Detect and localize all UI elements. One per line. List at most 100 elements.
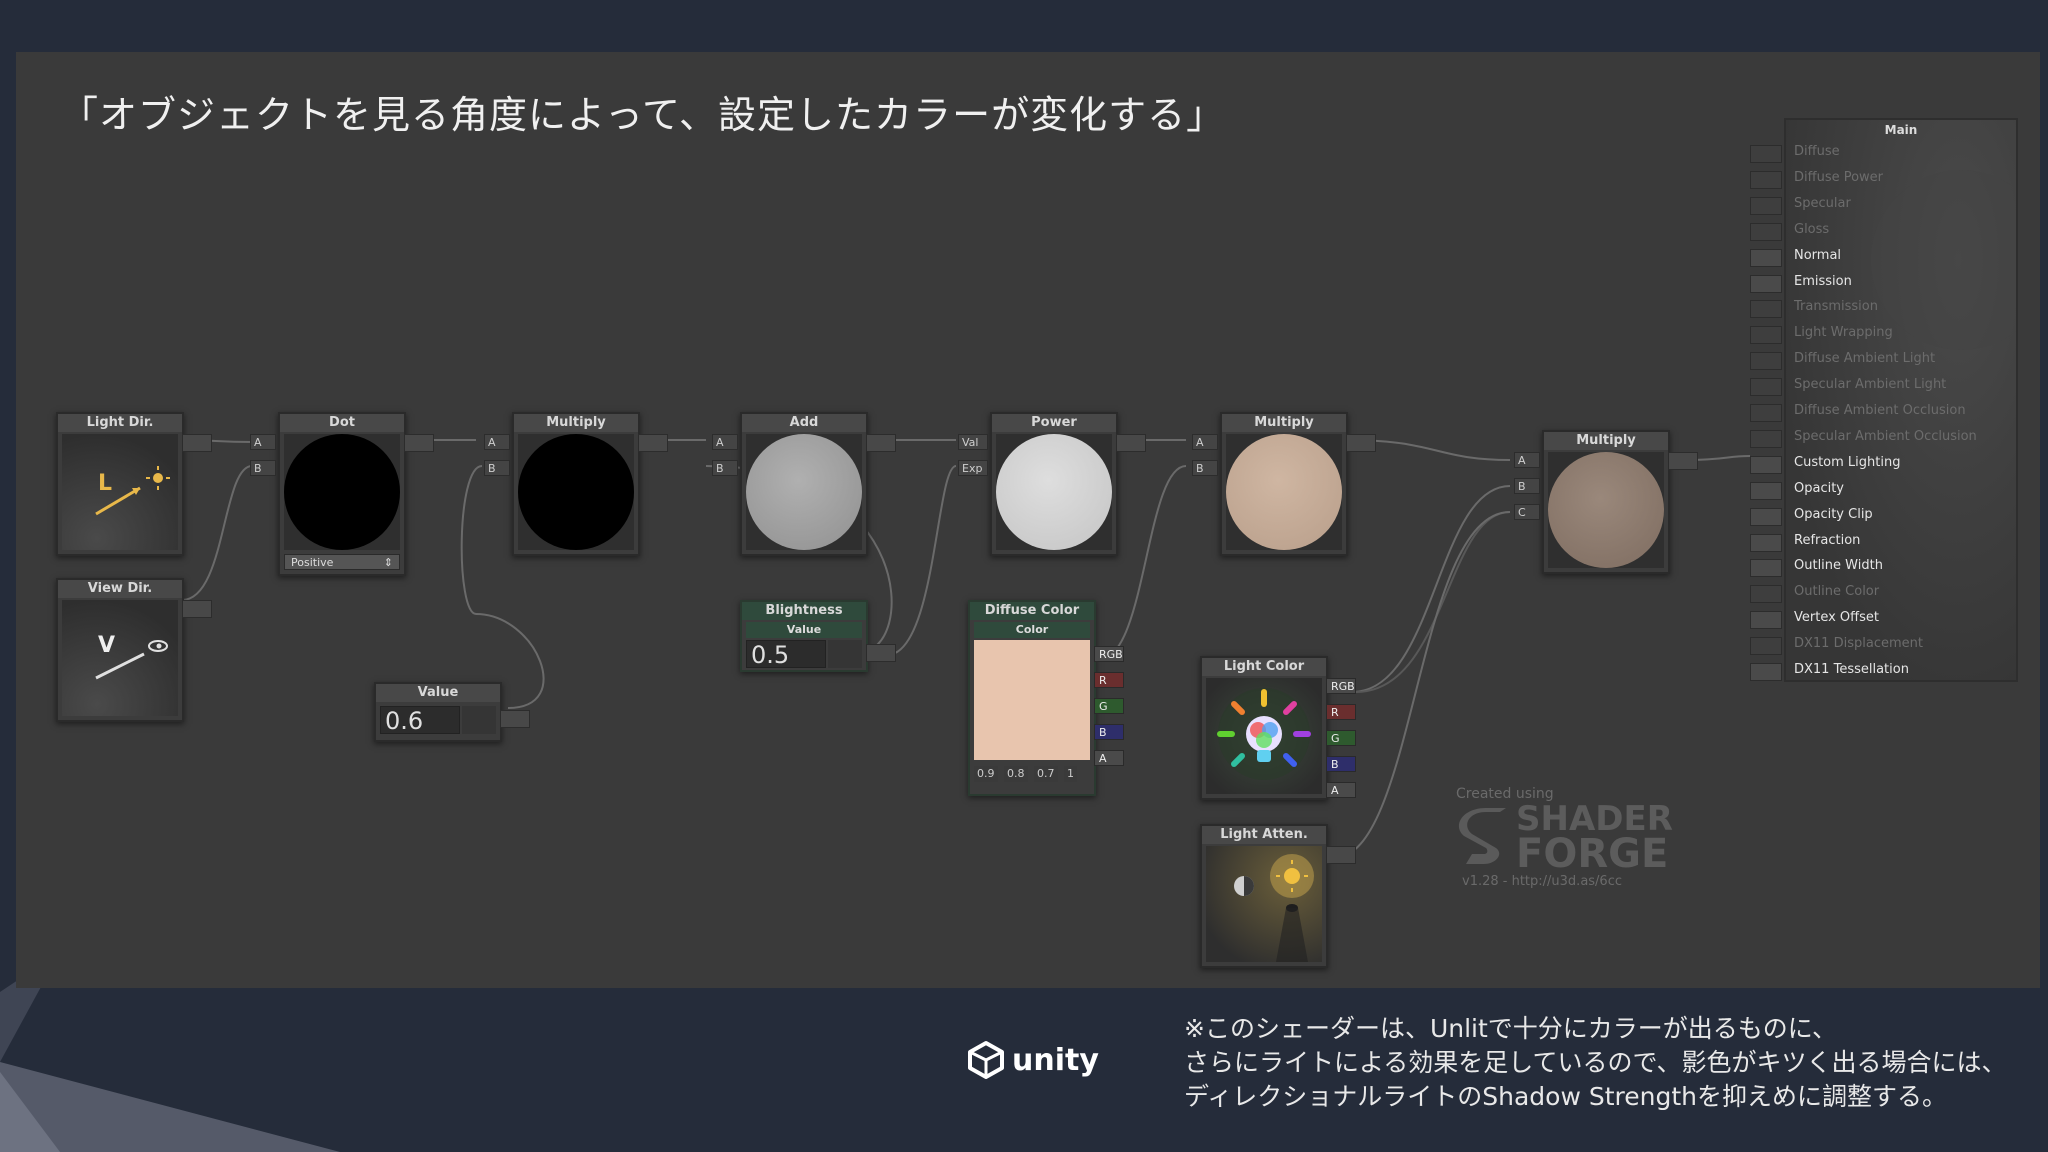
main-input-row[interactable]: Vertex Offset [1750, 606, 2016, 632]
main-input-port[interactable] [1750, 170, 1782, 189]
color-swatch[interactable] [974, 640, 1090, 760]
dot-mode-dropdown[interactable]: Positive ⇕ [284, 554, 400, 570]
output-port[interactable] [1346, 434, 1376, 452]
output-port[interactable] [500, 710, 530, 728]
main-input-port[interactable] [1750, 429, 1782, 448]
output-b[interactable]: B [1326, 756, 1356, 772]
color-value-a[interactable]: 1 [1064, 766, 1077, 782]
main-input-row[interactable]: Opacity [1750, 477, 2016, 503]
output-port[interactable] [404, 434, 434, 452]
color-value-b[interactable]: 0.7 [1034, 766, 1058, 782]
color-value-g[interactable]: 0.8 [1004, 766, 1028, 782]
light-dir-node[interactable]: Light Dir. L [56, 412, 212, 556]
output-a[interactable]: A [1094, 750, 1124, 766]
main-input-row[interactable]: Gloss [1750, 218, 2016, 244]
value-drag-handle[interactable] [462, 706, 496, 734]
main-input-port[interactable] [1750, 378, 1782, 397]
main-input-row[interactable]: Outline Width [1750, 554, 2016, 580]
main-input-port[interactable] [1750, 274, 1782, 293]
diffuse-color-node[interactable]: Diffuse Color Color 0.9 0.8 0.7 1 RGB R … [968, 600, 1124, 796]
main-input-port[interactable] [1750, 611, 1782, 630]
output-port[interactable] [182, 434, 212, 452]
dot-node[interactable]: Dot Positive ⇕ A B [250, 412, 434, 576]
shader-forge-canvas[interactable]: 「オブジェクトを見る角度によって、設定したカラーが変化する」 Light Dir… [16, 52, 2040, 988]
output-port[interactable] [638, 434, 668, 452]
input-port-val[interactable]: Val [958, 434, 988, 450]
input-port-b[interactable]: B [1192, 460, 1218, 476]
light-color-node[interactable]: Light Color RGB R G B A [1200, 656, 1356, 800]
main-input-row[interactable]: Refraction [1750, 529, 2016, 555]
main-input-port[interactable] [1750, 507, 1782, 526]
main-input-row[interactable]: Specular Ambient Light [1750, 373, 2016, 399]
main-node[interactable]: Main Diffuse Diffuse Power Specular Gloss No… [1750, 118, 2018, 684]
multiply-node-2[interactable]: Multiply A B [1192, 412, 1376, 556]
output-g[interactable]: G [1094, 698, 1124, 714]
main-input-row[interactable]: Transmission [1750, 295, 2016, 321]
input-port-b[interactable]: B [250, 460, 276, 476]
value-input[interactable]: 0.5 [746, 640, 826, 669]
power-node[interactable]: Power Val Exp [958, 412, 1146, 556]
output-b[interactable]: B [1094, 724, 1124, 740]
main-input-port[interactable] [1750, 585, 1782, 604]
output-rgb[interactable]: RGB [1094, 646, 1124, 662]
input-port-exp[interactable]: Exp [958, 460, 988, 476]
main-input-port[interactable] [1750, 559, 1782, 578]
light-atten-node[interactable]: Light Atten. [1200, 824, 1356, 968]
input-port-b[interactable]: B [1514, 478, 1540, 494]
main-input-row[interactable]: Opacity Clip [1750, 503, 2016, 529]
output-port[interactable] [1668, 452, 1698, 470]
output-r[interactable]: R [1094, 672, 1124, 688]
input-port-a[interactable]: A [1514, 452, 1540, 468]
input-port-a[interactable]: A [712, 434, 738, 450]
output-g[interactable]: G [1326, 730, 1356, 746]
multiply-node-3[interactable]: Multiply A B C [1514, 430, 1698, 574]
main-input-port[interactable] [1750, 533, 1782, 552]
main-input-port[interactable] [1750, 481, 1782, 500]
value-drag-handle[interactable] [828, 640, 862, 668]
color-value-r[interactable]: 0.9 [974, 766, 998, 782]
input-port-a[interactable]: A [250, 434, 276, 450]
main-input-port[interactable] [1750, 352, 1782, 371]
output-port[interactable] [1116, 434, 1146, 452]
input-port-c[interactable]: C [1514, 504, 1540, 520]
main-input-row[interactable]: Diffuse [1750, 140, 2016, 166]
input-port-a[interactable]: A [484, 434, 510, 450]
main-input-port[interactable] [1750, 637, 1782, 656]
main-input-row[interactable]: Emission [1750, 270, 2016, 296]
main-input-port[interactable] [1750, 455, 1782, 474]
output-port[interactable] [1326, 846, 1356, 864]
main-input-row[interactable]: DX11 Tessellation [1750, 658, 2016, 684]
main-input-port[interactable] [1750, 145, 1782, 163]
main-input-port[interactable] [1750, 404, 1782, 422]
output-port[interactable] [866, 434, 896, 452]
input-port-a[interactable]: A [1192, 434, 1218, 450]
main-input-row[interactable]: Custom Lighting [1750, 451, 2016, 477]
output-r[interactable]: R [1326, 704, 1356, 720]
main-input-row[interactable]: Normal [1750, 244, 2016, 270]
main-input-row[interactable]: Outline Color [1750, 580, 2016, 606]
view-dir-node[interactable]: View Dir. V [56, 578, 212, 722]
main-input-port[interactable] [1750, 663, 1782, 681]
add-node[interactable]: Add A B [712, 412, 896, 556]
multiply-node-1[interactable]: Multiply A B [484, 412, 668, 556]
main-input-port[interactable] [1750, 326, 1782, 345]
input-port-b[interactable]: B [484, 460, 510, 476]
brightness-node[interactable]: Blightness Value 0.5 [740, 600, 896, 672]
main-input-port[interactable] [1750, 196, 1782, 215]
output-a[interactable]: A [1326, 782, 1356, 798]
value-node[interactable]: Value 0.6 [374, 682, 530, 742]
main-input-row[interactable]: DX11 Displacement [1750, 632, 2016, 658]
output-port[interactable] [182, 600, 212, 618]
main-input-row[interactable]: Light Wrapping [1750, 321, 2016, 347]
main-input-row[interactable]: Diffuse Ambient Light [1750, 347, 2016, 373]
output-rgb[interactable]: RGB [1326, 678, 1356, 694]
input-port-b[interactable]: B [712, 460, 738, 476]
output-port[interactable] [866, 644, 896, 662]
main-input-row[interactable]: Specular [1750, 192, 2016, 218]
value-input[interactable]: 0.6 [380, 706, 460, 735]
main-input-port[interactable] [1750, 248, 1782, 267]
main-input-port[interactable] [1750, 300, 1782, 319]
main-input-row[interactable]: Diffuse Ambient Occlusion [1750, 399, 2016, 425]
main-input-row[interactable]: Specular Ambient Occlusion [1750, 425, 2016, 451]
main-input-port[interactable] [1750, 222, 1782, 241]
